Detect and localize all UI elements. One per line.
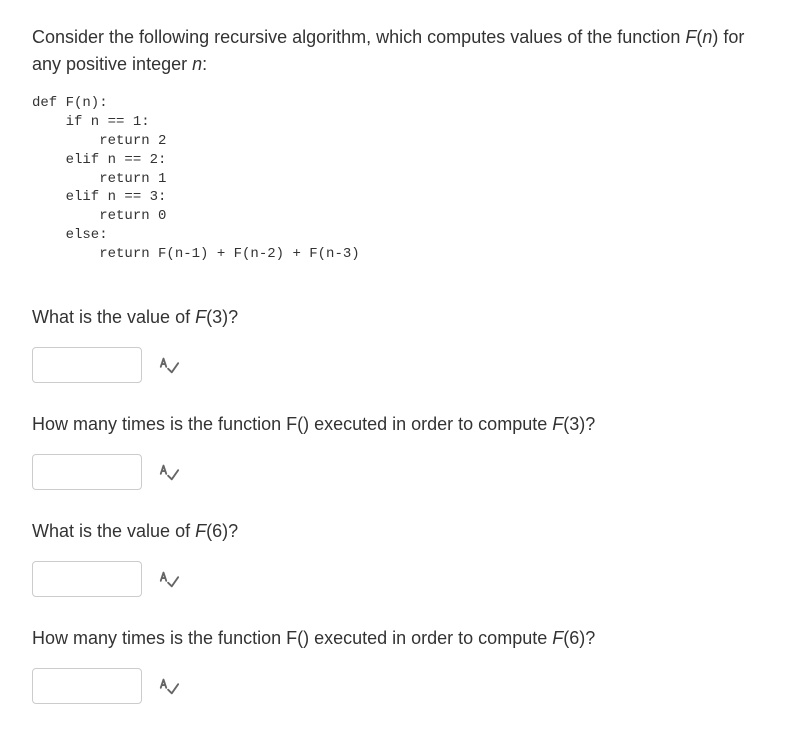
q2-F: F — [552, 414, 563, 434]
intro-colon: : — [202, 54, 207, 74]
answer-input-3[interactable] — [32, 561, 142, 597]
question-1: What is the value of F(3)? — [32, 304, 777, 331]
question-2: How many times is the function F() execu… — [32, 411, 777, 438]
answer-row-3 — [32, 561, 777, 597]
question-3: What is the value of F(6)? — [32, 518, 777, 545]
q4-F: F — [552, 628, 563, 648]
spellcheck-icon[interactable] — [158, 354, 180, 376]
answer-input-1[interactable] — [32, 347, 142, 383]
intro-text: Consider the following recursive algorit… — [32, 24, 777, 78]
q1-qmark: ? — [228, 307, 238, 327]
code-block: def F(n): if n == 1: return 2 elif n == … — [32, 94, 777, 264]
intro-funcF: F — [685, 27, 696, 47]
intro-part1: Consider the following recursive algorit… — [32, 27, 685, 47]
answer-input-2[interactable] — [32, 454, 142, 490]
q1-text: What is the value of — [32, 307, 195, 327]
q3-F: F — [195, 521, 206, 541]
q2-qmark: ? — [585, 414, 595, 434]
answer-input-4[interactable] — [32, 668, 142, 704]
q3-text: What is the value of — [32, 521, 195, 541]
intro-funcN: n — [702, 27, 712, 47]
q1-F: F — [195, 307, 206, 327]
q2-num: (3) — [563, 414, 585, 434]
answer-row-1 — [32, 347, 777, 383]
intro-n: n — [192, 54, 202, 74]
answer-row-4 — [32, 668, 777, 704]
q4-qmark: ? — [585, 628, 595, 648]
q3-qmark: ? — [228, 521, 238, 541]
q4-num: (6) — [563, 628, 585, 648]
q1-num: (3) — [206, 307, 228, 327]
spellcheck-icon[interactable] — [158, 568, 180, 590]
q3-num: (6) — [206, 521, 228, 541]
answer-row-2 — [32, 454, 777, 490]
spellcheck-icon[interactable] — [158, 461, 180, 483]
q4-text: How many times is the function F() execu… — [32, 628, 552, 648]
q2-text: How many times is the function F() execu… — [32, 414, 552, 434]
spellcheck-icon[interactable] — [158, 675, 180, 697]
question-4: How many times is the function F() execu… — [32, 625, 777, 652]
